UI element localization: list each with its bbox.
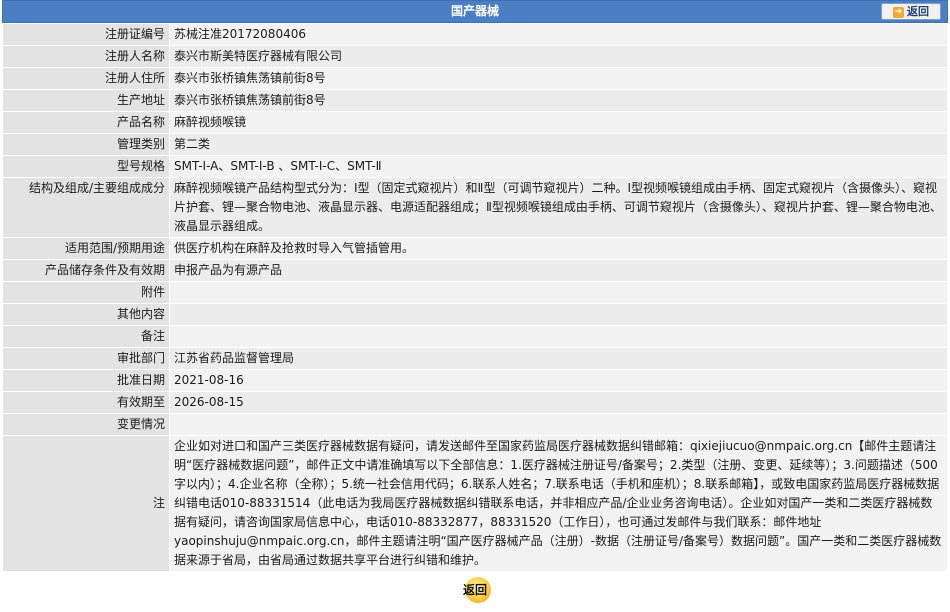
field-value: 2021-08-16 xyxy=(169,369,948,392)
info-row: 型号规格 SMT-Ⅰ-A、SMT-Ⅰ-B 、SMT-Ⅰ-C、SMT-Ⅱ xyxy=(2,155,948,178)
field-label: 审批部门 xyxy=(2,347,170,370)
info-row: 结构及组成/主要组成成分 麻醉视频喉镜产品结构型式分为：Ⅰ型（固定式窥视片）和Ⅱ型… xyxy=(2,177,948,238)
back-button-top[interactable]: ➜ 返回 xyxy=(881,3,941,20)
field-label: 管理类别 xyxy=(2,133,170,156)
field-value: 申报产品为有源产品 xyxy=(169,259,948,282)
note-row: 注 企业如对进口和国产三类医疗器械数据有疑问，请发送邮件至国家药监局医疗器械数据… xyxy=(2,435,948,572)
field-value: 泰兴市斯美特医疗器械有限公司 xyxy=(169,45,948,68)
field-label: 产品名称 xyxy=(2,111,170,134)
field-label: 生产地址 xyxy=(2,89,170,112)
field-value: 供医疗机构在麻醉及抢救时导入气管插管用。 xyxy=(169,237,948,260)
info-row: 备注 xyxy=(2,325,948,348)
field-value: SMT-Ⅰ-A、SMT-Ⅰ-B 、SMT-Ⅰ-C、SMT-Ⅱ xyxy=(169,155,948,178)
page-title: 国产器械 xyxy=(450,4,499,18)
device-info-table: 注册证编号 苏械注准20172080406 注册人名称 泰兴市斯美特医疗器械有限公司注… xyxy=(2,23,948,572)
back-arrow-icon: ➜ xyxy=(893,6,904,18)
field-value xyxy=(169,325,948,348)
field-label: 注册人名称 xyxy=(2,45,170,68)
back-button-bottom-label: 返回 xyxy=(462,583,487,597)
info-row: 变更情况 xyxy=(2,413,948,436)
field-value: 2026-08-15 xyxy=(169,391,948,414)
field-label: 有效期至 xyxy=(2,391,170,414)
field-label: 附件 xyxy=(2,281,170,304)
field-value xyxy=(169,281,948,304)
field-label: 型号规格 xyxy=(2,155,170,178)
field-label: 备注 xyxy=(2,325,170,348)
field-label: 批准日期 xyxy=(2,369,170,392)
info-row: 管理类别 第二类 xyxy=(2,133,948,156)
back-button-top-label: 返回 xyxy=(907,5,929,18)
info-row: 产品储存条件及有效期 申报产品为有源产品 xyxy=(2,259,948,282)
note-label: 注 xyxy=(2,435,170,572)
info-row: 适用范围/预期用途 供医疗机构在麻醉及抢救时导入气管插管用。 xyxy=(2,237,948,260)
field-value: 江苏省药品监督管理局 xyxy=(169,347,948,370)
field-label: 注册人住所 xyxy=(2,67,170,90)
field-label: 产品储存条件及有效期 xyxy=(2,259,170,282)
field-value xyxy=(169,413,948,436)
field-label: 其他内容 xyxy=(2,303,170,326)
info-row: 产品名称 麻醉视频喉镜 xyxy=(2,111,948,134)
page: 国产器械 ➜ 返回 注册证编号 苏械注准20172080406 注册人名称 泰兴市斯美特… xyxy=(2,0,948,612)
field-value: 泰兴市张桥镇焦荡镇前街8号 xyxy=(169,67,948,90)
field-value: 麻醉视频喉镜产品结构型式分为：Ⅰ型（固定式窥视片）和Ⅱ型（可调节窥视片）二种。Ⅰ… xyxy=(169,177,948,238)
info-row: 附件 xyxy=(2,281,948,304)
info-row: 注册人名称 泰兴市斯美特医疗器械有限公司 xyxy=(2,45,948,68)
footer: 返回 xyxy=(2,572,948,612)
field-label: 适用范围/预期用途 xyxy=(2,237,170,260)
info-row: 注册人住所 泰兴市张桥镇焦荡镇前街8号 xyxy=(2,67,948,90)
info-row: 有效期至 2026-08-15 xyxy=(2,391,948,414)
info-row: 注册证编号 苏械注准20172080406 xyxy=(2,23,948,46)
field-label: 注册证编号 xyxy=(2,23,170,46)
field-value: 第二类 xyxy=(169,133,948,156)
note-text: 企业如对进口和国产三类医疗器械数据有疑问，请发送邮件至国家药监局医疗器械数据纠错… xyxy=(169,435,948,572)
info-row: 其他内容 xyxy=(2,303,948,326)
info-row: 生产地址 泰兴市张桥镇焦荡镇前街8号 xyxy=(2,89,948,112)
info-row: 批准日期 2021-08-16 xyxy=(2,369,948,392)
page-header: 国产器械 ➜ 返回 xyxy=(2,0,948,23)
field-value xyxy=(169,303,948,326)
field-label: 变更情况 xyxy=(2,413,170,436)
field-value: 泰兴市张桥镇焦荡镇前街8号 xyxy=(169,89,948,112)
info-row: 审批部门 江苏省药品监督管理局 xyxy=(2,347,948,370)
field-label: 结构及组成/主要组成成分 xyxy=(2,177,170,238)
field-value: 麻醉视频喉镜 xyxy=(169,111,948,134)
field-value: 苏械注准20172080406 xyxy=(169,23,948,46)
